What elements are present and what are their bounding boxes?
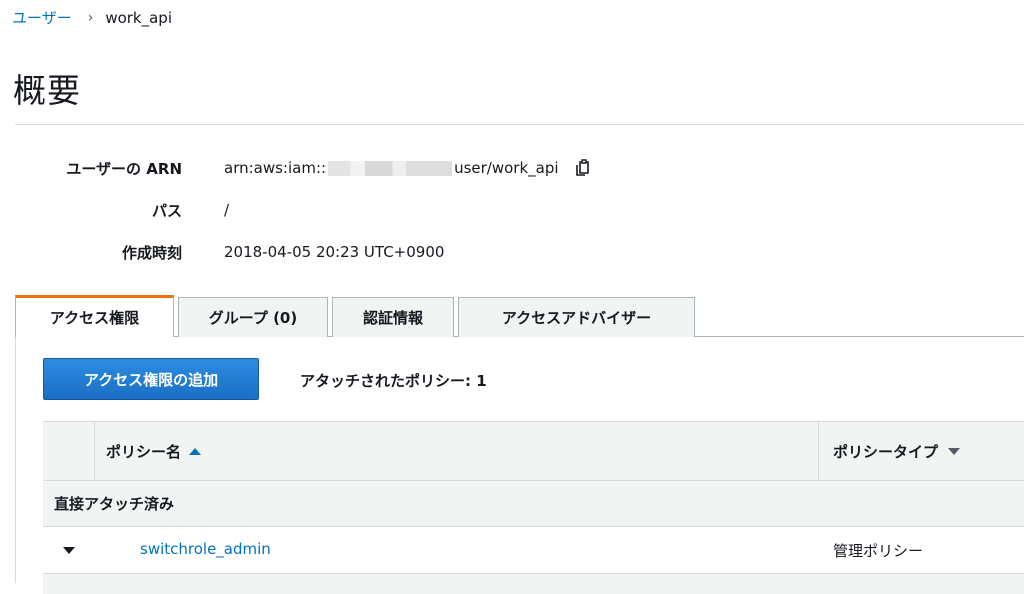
policy-table: ポリシー名 ポリシータイプ 直接アタッチ済み switchrole_admin … bbox=[43, 421, 1024, 594]
created-label: 作成時刻 bbox=[121, 243, 182, 262]
copy-icon[interactable] bbox=[573, 158, 593, 178]
breadcrumb: ユーザー › work_api bbox=[12, 7, 172, 28]
column-policy-type-label: ポリシータイプ bbox=[833, 442, 939, 461]
policy-type-value: 管理ポリシー bbox=[833, 542, 924, 560]
attached-policies-count: アタッチされたポリシー: 1 bbox=[300, 372, 487, 390]
add-permissions-button[interactable]: アクセス権限の追加 bbox=[43, 358, 259, 400]
policy-name-link[interactable]: switchrole_admin bbox=[140, 540, 271, 558]
column-policy-type[interactable]: ポリシータイプ bbox=[818, 422, 1024, 480]
tab-bar: アクセス権限 グループ (0) 認証情報 アクセスアドバイザー bbox=[15, 295, 699, 337]
tab-credentials[interactable]: 認証情報 bbox=[332, 297, 454, 337]
summary-arn-row: ユーザーの ARN arn:aws:iam:: user/work_api bbox=[0, 157, 593, 179]
title-divider bbox=[15, 124, 1024, 125]
breadcrumb-separator: › bbox=[87, 9, 94, 26]
arn-label: ユーザーの ARN bbox=[66, 159, 182, 178]
expand-row-icon[interactable] bbox=[63, 547, 75, 554]
sort-dropdown-icon bbox=[948, 447, 961, 455]
tab-groups[interactable]: グループ (0) bbox=[178, 297, 328, 337]
arn-value: arn:aws:iam:: user/work_api bbox=[224, 158, 593, 178]
created-value: 2018-04-05 20:23 UTC+0900 bbox=[224, 243, 445, 261]
arn-prefix: arn:aws:iam:: bbox=[224, 159, 327, 177]
summary-created-row: 作成時刻 2018-04-05 20:23 UTC+0900 bbox=[0, 241, 444, 263]
path-value: / bbox=[224, 201, 230, 219]
breadcrumb-users-link[interactable]: ユーザー bbox=[12, 7, 72, 28]
path-label: パス bbox=[151, 201, 182, 220]
column-policy-name[interactable]: ポリシー名 bbox=[106, 422, 202, 480]
breadcrumb-current: work_api bbox=[105, 8, 172, 27]
table-row: switchrole_admin 管理ポリシー bbox=[43, 527, 1024, 574]
header-select-column bbox=[43, 422, 95, 480]
table-header: ポリシー名 ポリシータイプ bbox=[43, 421, 1024, 481]
account-id-redacted bbox=[328, 160, 453, 176]
page-title: 概要 bbox=[13, 71, 81, 110]
summary-path-row: パス / bbox=[0, 199, 229, 221]
table-next-row bbox=[43, 574, 1024, 594]
column-policy-name-label: ポリシー名 bbox=[106, 442, 182, 461]
arn-suffix: user/work_api bbox=[454, 159, 559, 177]
sort-ascending-icon bbox=[189, 447, 202, 455]
tab-permissions[interactable]: アクセス権限 bbox=[15, 295, 174, 337]
tab-access-advisor[interactable]: アクセスアドバイザー bbox=[458, 297, 695, 337]
group-directly-attached: 直接アタッチ済み bbox=[43, 481, 1024, 527]
